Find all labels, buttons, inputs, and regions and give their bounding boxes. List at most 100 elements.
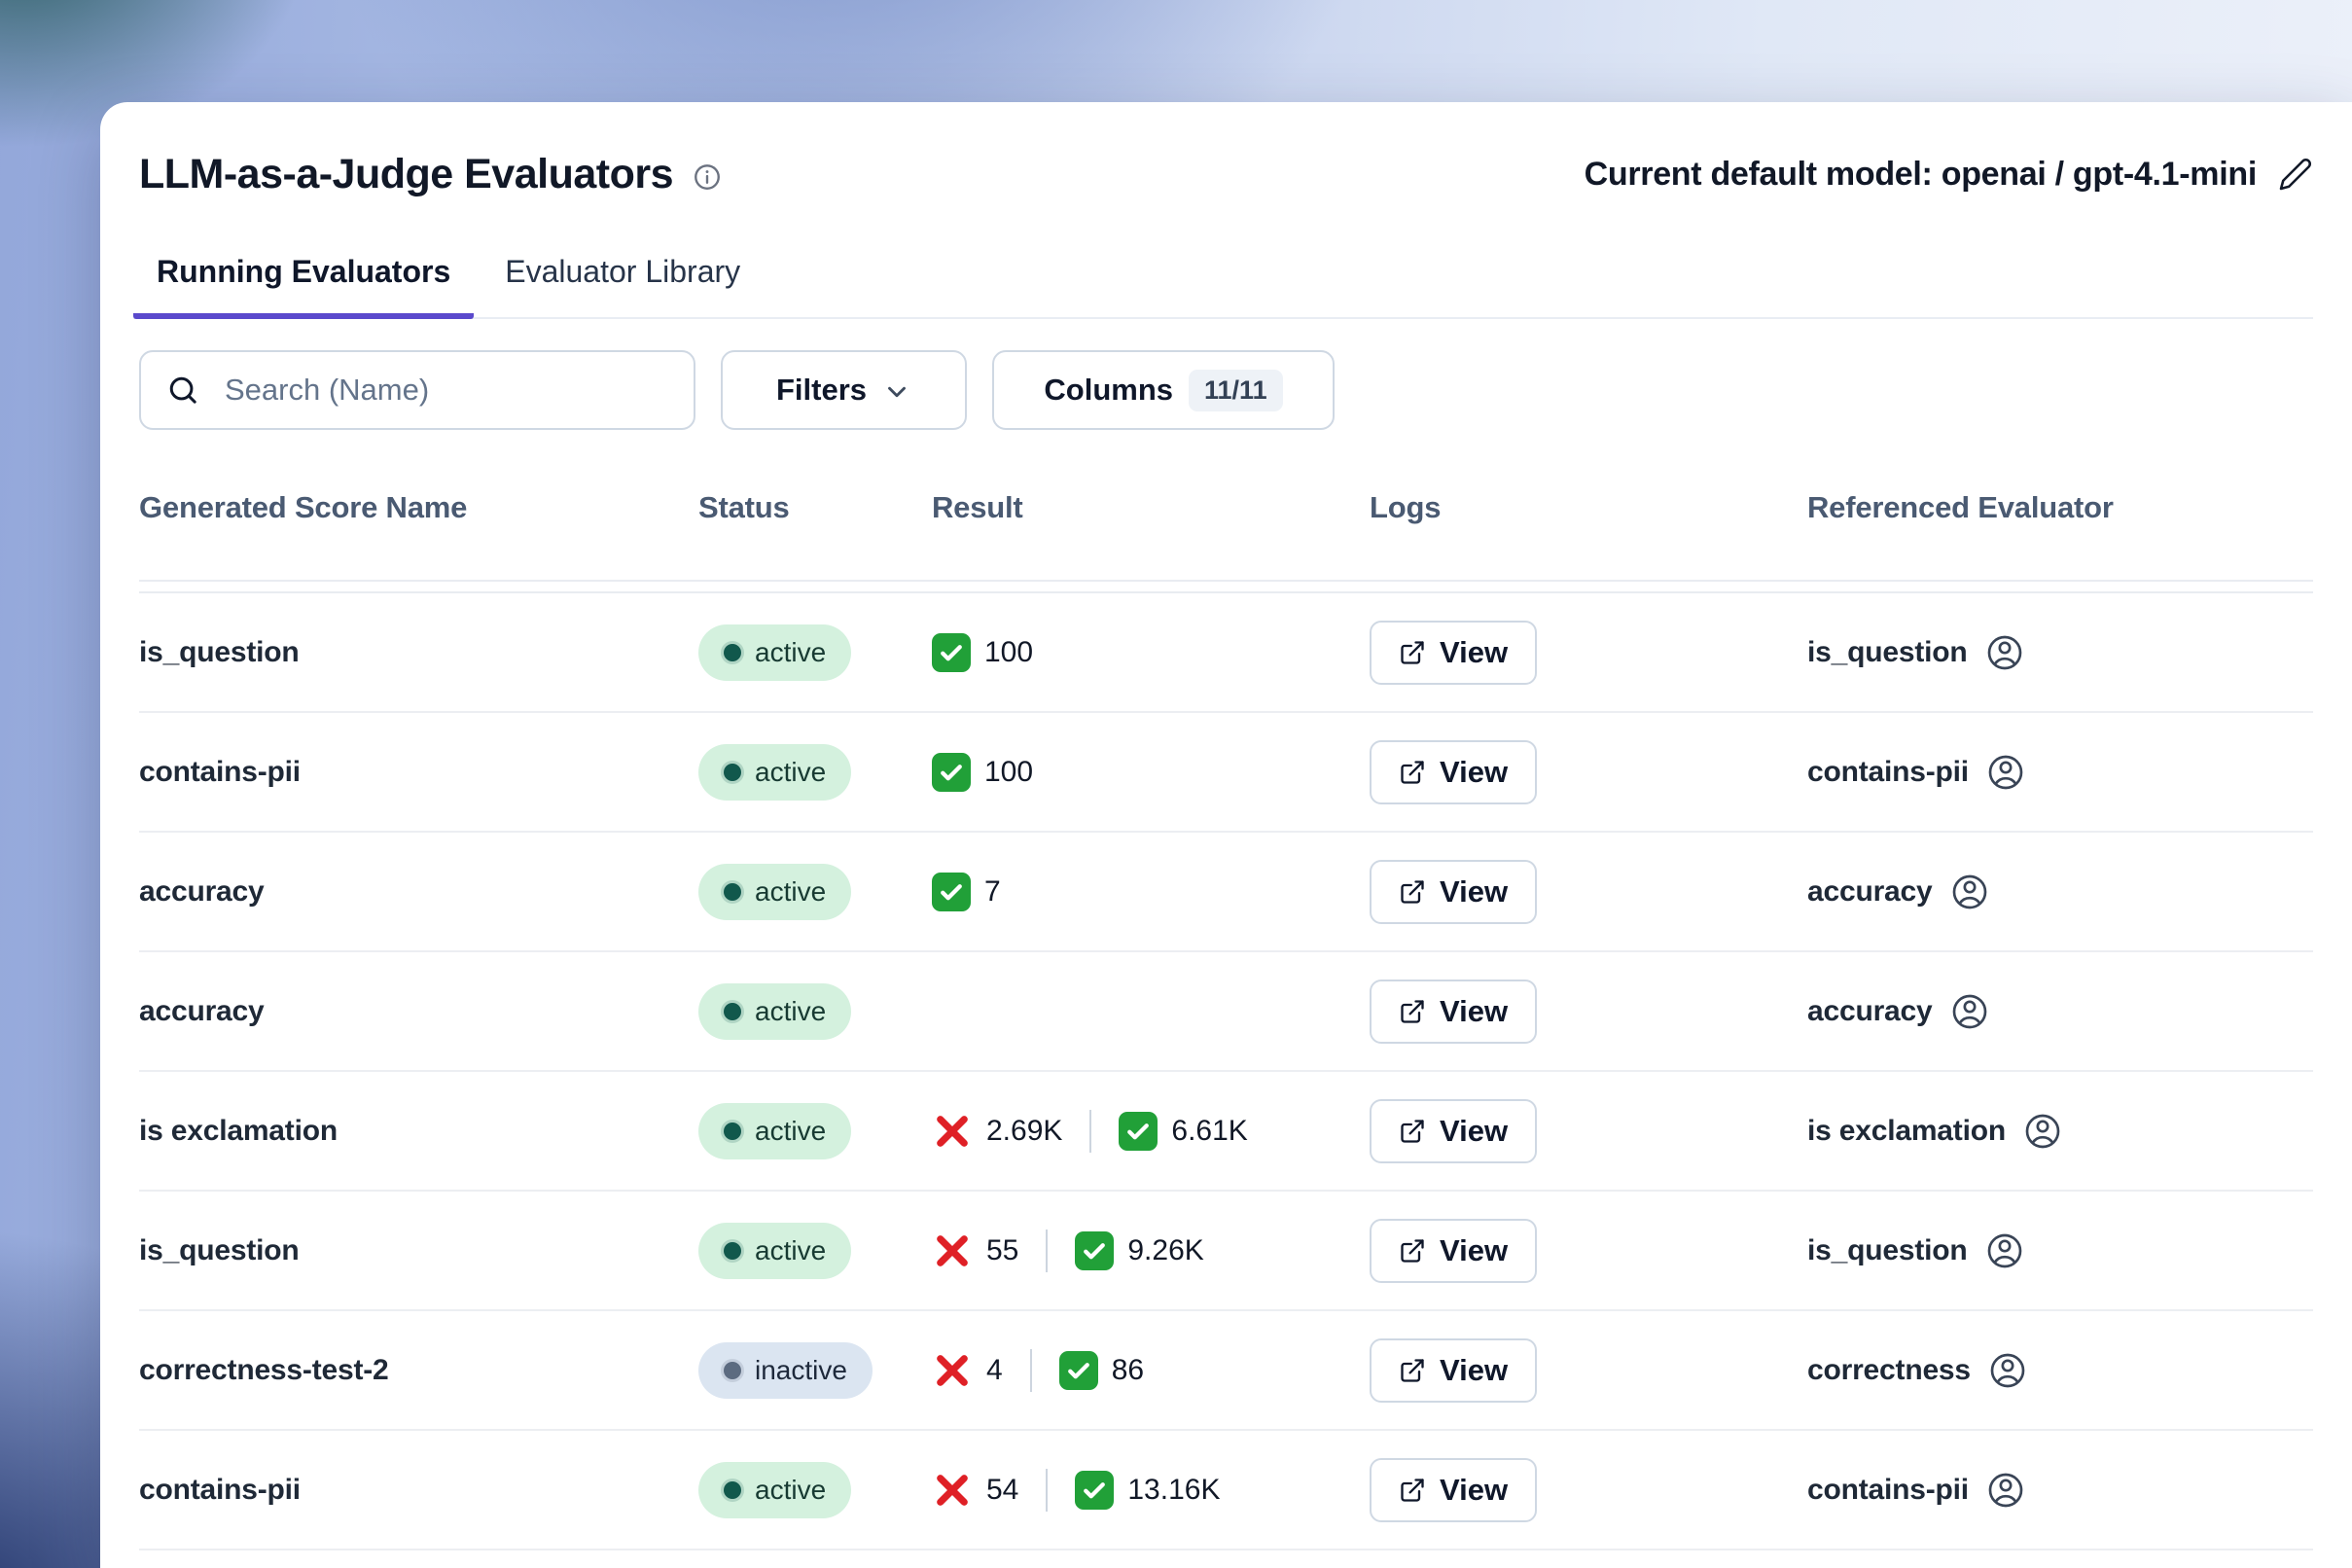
fail-cross-icon bbox=[932, 1470, 973, 1511]
referenced-evaluator-name: contains-pii bbox=[1807, 1474, 1969, 1507]
status-dot-icon bbox=[724, 1362, 741, 1379]
external-link-icon bbox=[1399, 1357, 1426, 1384]
external-link-icon bbox=[1399, 998, 1426, 1025]
referenced-evaluator-name: contains-pii bbox=[1807, 756, 1969, 789]
result-divider bbox=[1030, 1349, 1032, 1392]
status-badge: inactive bbox=[698, 1342, 873, 1399]
view-logs-button[interactable]: View bbox=[1370, 621, 1537, 685]
fail-cross-icon bbox=[932, 1350, 973, 1391]
tab-bar: Running Evaluators Evaluator Library bbox=[133, 254, 2313, 319]
fail-cross-icon bbox=[932, 1111, 973, 1152]
pass-check-icon bbox=[932, 753, 971, 792]
status-badge: active bbox=[698, 1223, 851, 1279]
search-box bbox=[139, 350, 695, 430]
status-dot-icon bbox=[724, 1123, 741, 1140]
referenced-evaluator-name: is_question bbox=[1807, 1234, 1968, 1267]
score-name: is exclamation bbox=[139, 1115, 698, 1148]
column-header-status: Status bbox=[698, 490, 932, 525]
fail-count: 2.69K bbox=[986, 1115, 1062, 1148]
score-name: contains-pii bbox=[139, 1474, 698, 1507]
pass-check-icon bbox=[1075, 1231, 1114, 1270]
status-dot-icon bbox=[724, 764, 741, 781]
view-logs-button[interactable]: View bbox=[1370, 1219, 1537, 1283]
referenced-evaluator-name: correctness bbox=[1807, 1354, 1971, 1387]
view-logs-button[interactable]: View bbox=[1370, 980, 1537, 1044]
pass-count: 100 bbox=[984, 636, 1033, 669]
page-title: LLM-as-a-Judge Evaluators bbox=[139, 151, 673, 198]
table-row[interactable]: is exclamation active 2.69K 6.61K View i… bbox=[139, 1072, 2313, 1192]
pass-count: 9.26K bbox=[1127, 1234, 1203, 1267]
referenced-evaluator-name: is_question bbox=[1807, 636, 1968, 669]
external-link-icon bbox=[1399, 878, 1426, 906]
user-circle-icon bbox=[1985, 633, 2024, 672]
status-badge: active bbox=[698, 1462, 851, 1518]
referenced-evaluator-name: accuracy bbox=[1807, 995, 1933, 1028]
external-link-icon bbox=[1399, 759, 1426, 786]
view-logs-button[interactable]: View bbox=[1370, 740, 1537, 804]
search-input[interactable] bbox=[139, 350, 695, 430]
view-logs-button[interactable]: View bbox=[1370, 1338, 1537, 1403]
status-dot-icon bbox=[724, 883, 741, 901]
fail-cross-icon bbox=[932, 1230, 973, 1271]
column-header-referenced: Referenced Evaluator bbox=[1807, 490, 2313, 525]
table-row[interactable]: contains-pii active 100 View contains-pi… bbox=[139, 713, 2313, 833]
status-dot-icon bbox=[724, 1242, 741, 1260]
main-panel: LLM-as-a-Judge Evaluators Current defaul… bbox=[100, 102, 2352, 1568]
score-name: contains-pii bbox=[139, 756, 698, 789]
status-dot-icon bbox=[724, 644, 741, 661]
score-name: is_question bbox=[139, 1234, 698, 1267]
score-name: accuracy bbox=[139, 875, 698, 909]
pass-check-icon bbox=[1119, 1112, 1158, 1151]
table-row[interactable]: contains-pii active 54 13.16K View conta… bbox=[139, 1431, 2313, 1550]
info-icon[interactable] bbox=[693, 162, 722, 192]
status-badge: active bbox=[698, 983, 851, 1040]
external-link-icon bbox=[1399, 1118, 1426, 1145]
status-badge: active bbox=[698, 1103, 851, 1159]
default-model-label: Current default model: openai / gpt-4.1-… bbox=[1585, 156, 2257, 194]
table-row[interactable]: accuracy active View accuracy bbox=[139, 952, 2313, 1072]
scrolled-row-sliver bbox=[139, 580, 2313, 593]
external-link-icon bbox=[1399, 1237, 1426, 1265]
user-circle-icon bbox=[1986, 1471, 2025, 1510]
view-logs-button[interactable]: View bbox=[1370, 1458, 1537, 1522]
chevron-down-icon bbox=[882, 377, 911, 407]
result-divider bbox=[1089, 1110, 1091, 1153]
column-header-result: Result bbox=[932, 490, 1370, 525]
pass-count: 13.16K bbox=[1127, 1474, 1220, 1507]
result-divider bbox=[1046, 1229, 1048, 1272]
tab-evaluator-library[interactable]: Evaluator Library bbox=[481, 254, 764, 319]
table-toolbar: Filters Columns 11/11 bbox=[139, 350, 2313, 430]
fail-count: 4 bbox=[986, 1354, 1003, 1387]
pass-check-icon bbox=[932, 633, 971, 672]
referenced-evaluator-name: accuracy bbox=[1807, 875, 1933, 909]
column-header-logs: Logs bbox=[1370, 490, 1807, 525]
columns-button[interactable]: Columns 11/11 bbox=[992, 350, 1335, 430]
external-link-icon bbox=[1399, 1477, 1426, 1504]
table-row[interactable]: correctness-test-2 inactive 4 86 View co… bbox=[139, 1311, 2313, 1431]
score-name: correctness-test-2 bbox=[139, 1354, 698, 1387]
pass-check-icon bbox=[932, 873, 971, 911]
view-logs-button[interactable]: View bbox=[1370, 860, 1537, 924]
status-dot-icon bbox=[724, 1481, 741, 1499]
page-header: LLM-as-a-Judge Evaluators Current defaul… bbox=[139, 102, 2313, 199]
score-name: is_question bbox=[139, 636, 698, 669]
status-badge: active bbox=[698, 624, 851, 681]
table-row[interactable]: is_question active 100 View is_question bbox=[139, 593, 2313, 713]
table-row[interactable]: is_question active 55 9.26K View is_ques… bbox=[139, 1192, 2313, 1311]
score-name: accuracy bbox=[139, 995, 698, 1028]
pass-check-icon bbox=[1059, 1351, 1098, 1390]
table-header-row: Generated Score Name Status Result Logs … bbox=[139, 465, 2313, 580]
fail-count: 55 bbox=[986, 1234, 1018, 1267]
fail-count: 54 bbox=[986, 1474, 1018, 1507]
filters-button[interactable]: Filters bbox=[721, 350, 967, 430]
status-badge: active bbox=[698, 744, 851, 801]
column-header-name: Generated Score Name bbox=[139, 490, 698, 525]
result-divider bbox=[1046, 1469, 1048, 1512]
user-circle-icon bbox=[1950, 873, 1989, 911]
edit-model-icon[interactable] bbox=[2278, 157, 2313, 192]
view-logs-button[interactable]: View bbox=[1370, 1099, 1537, 1163]
tab-running-evaluators[interactable]: Running Evaluators bbox=[133, 254, 474, 319]
pass-count: 86 bbox=[1112, 1354, 1144, 1387]
table-row[interactable]: accuracy active 7 View accuracy bbox=[139, 833, 2313, 952]
user-circle-icon bbox=[1986, 753, 2025, 792]
